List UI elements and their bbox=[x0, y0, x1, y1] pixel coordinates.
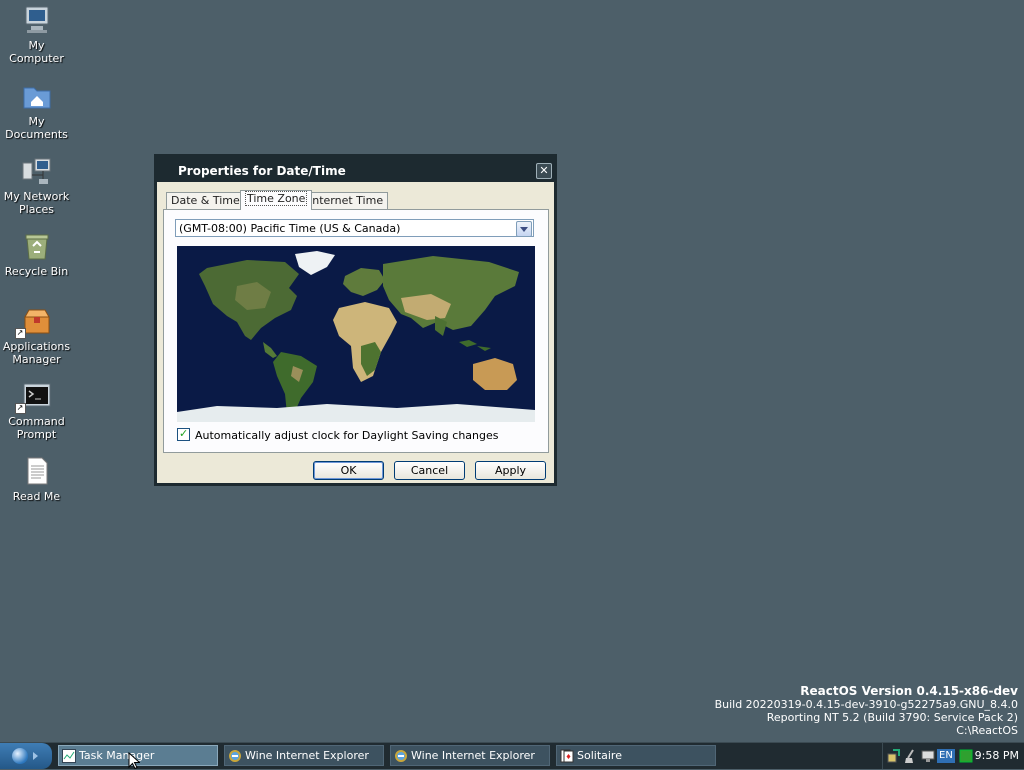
task-manager-icon bbox=[62, 749, 76, 763]
display-tray-icon[interactable] bbox=[921, 749, 935, 763]
desktop-icon-network-places[interactable]: My Network Places bbox=[0, 155, 73, 216]
network-tray-icon[interactable] bbox=[887, 749, 901, 763]
desktop-icon-command-prompt[interactable]: ↗ Command Prompt bbox=[0, 380, 73, 441]
version-line-3: Reporting NT 5.2 (Build 3790: Service Pa… bbox=[766, 711, 1018, 724]
taskbar-button-label: Solitaire bbox=[577, 749, 622, 762]
taskbar-button-internet-explorer-2[interactable]: Wine Internet Explorer bbox=[390, 745, 550, 766]
desktop-icon-my-computer[interactable]: My Computer bbox=[0, 4, 73, 65]
start-orb-icon bbox=[12, 748, 28, 764]
chevron-down-icon[interactable] bbox=[516, 221, 532, 237]
cleanup-broom-tray-icon[interactable] bbox=[904, 749, 918, 763]
taskbar-button-label: Wine Internet Explorer bbox=[245, 749, 369, 762]
computer-icon bbox=[21, 4, 53, 36]
taskbar-clock[interactable]: 9:58 PM bbox=[975, 749, 1019, 762]
system-tray: EN 9:58 PM bbox=[882, 743, 1024, 769]
shortcut-arrow-icon: ↗ bbox=[14, 403, 26, 414]
language-indicator[interactable]: EN bbox=[937, 749, 955, 763]
dialog-client-area: Date & Time Time Zone Internet Time (GMT… bbox=[157, 182, 554, 483]
desktop-icon-my-documents[interactable]: My Documents bbox=[0, 80, 73, 141]
documents-folder-icon bbox=[21, 80, 53, 112]
desktop-icon-label: Recycle Bin bbox=[4, 265, 69, 278]
dialog-title-bar[interactable]: Properties for Date/Time ✕ bbox=[156, 156, 555, 182]
apply-button[interactable]: Apply bbox=[475, 461, 546, 480]
start-arrow-icon bbox=[33, 752, 38, 760]
tab-time-zone[interactable]: Time Zone bbox=[240, 190, 313, 210]
close-icon: ✕ bbox=[539, 164, 549, 177]
tab-label: Time Zone bbox=[245, 191, 308, 206]
time-zone-selected-value: (GMT-08:00) Pacific Time (US & Canada) bbox=[179, 222, 401, 235]
desktop-icon-label: My Network Places bbox=[3, 190, 70, 216]
tab-date-time[interactable]: Date & Time bbox=[166, 192, 245, 209]
desktop-icon-recycle-bin[interactable]: Recycle Bin bbox=[0, 230, 73, 278]
version-line-1: ReactOS Version 0.4.15-x86-dev bbox=[800, 684, 1018, 698]
dst-checkbox[interactable] bbox=[177, 427, 190, 441]
desktop-icon-label: My Documents bbox=[5, 115, 68, 141]
taskbar-button-label: Wine Internet Explorer bbox=[411, 749, 535, 762]
world-map-image bbox=[177, 246, 535, 422]
time-zone-panel: (GMT-08:00) Pacific Time (US & Canada) ✓… bbox=[163, 209, 549, 453]
internet-explorer-icon bbox=[229, 750, 241, 762]
monitor-tray-icon[interactable] bbox=[959, 749, 973, 763]
tab-label: Date & Time bbox=[171, 194, 240, 207]
tab-label: Internet Time bbox=[309, 194, 384, 207]
date-time-properties-dialog: Properties for Date/Time ✕ Date & Time T… bbox=[154, 154, 557, 486]
desktop-icon-label: My Computer bbox=[9, 39, 64, 65]
taskbar-button-solitaire[interactable]: Solitaire bbox=[556, 745, 716, 766]
taskbar-button-label: Task Manager bbox=[79, 749, 155, 762]
cancel-button[interactable]: Cancel bbox=[394, 461, 465, 480]
desktop-icon-label: Read Me bbox=[12, 490, 61, 503]
dst-checkbox-row[interactable]: Automatically adjust clock for Daylight … bbox=[177, 427, 499, 443]
text-document-icon bbox=[21, 455, 53, 487]
tab-internet-time[interactable]: Internet Time bbox=[304, 192, 389, 209]
version-line-4: C:\ReactOS bbox=[956, 724, 1018, 737]
network-places-icon bbox=[21, 155, 53, 187]
dialog-title: Properties for Date/Time bbox=[178, 164, 346, 178]
mouse-cursor-icon bbox=[128, 752, 140, 770]
version-info: ReactOS Version 0.4.15-x86-dev Build 202… bbox=[714, 684, 1018, 738]
command-prompt-icon: ↗ bbox=[14, 380, 53, 414]
desktop-icon-read-me[interactable]: Read Me bbox=[0, 455, 73, 503]
desktop-icon-applications-manager[interactable]: ↗ Applications Manager bbox=[0, 305, 73, 366]
taskbar-button-internet-explorer-1[interactable]: Wine Internet Explorer bbox=[224, 745, 384, 766]
desktop-icon-label: Command Prompt bbox=[8, 415, 65, 441]
version-line-2: Build 20220319-0.4.15-dev-3910-g52275a9.… bbox=[714, 698, 1018, 711]
start-button[interactable] bbox=[0, 743, 52, 769]
desktop-icon-label: Applications Manager bbox=[2, 340, 71, 366]
solitaire-icon bbox=[560, 749, 574, 763]
close-button[interactable]: ✕ bbox=[536, 163, 552, 179]
taskbar: Task Manager Wine Internet Explorer Wine… bbox=[0, 742, 1024, 769]
shortcut-arrow-icon: ↗ bbox=[14, 328, 26, 339]
internet-explorer-icon bbox=[395, 750, 407, 762]
applications-manager-icon: ↗ bbox=[14, 305, 53, 339]
ok-button[interactable]: OK bbox=[313, 461, 384, 480]
time-zone-dropdown[interactable]: (GMT-08:00) Pacific Time (US & Canada) bbox=[175, 219, 534, 237]
recycle-bin-icon bbox=[21, 230, 53, 262]
dst-checkbox-label: Automatically adjust clock for Daylight … bbox=[195, 429, 499, 442]
